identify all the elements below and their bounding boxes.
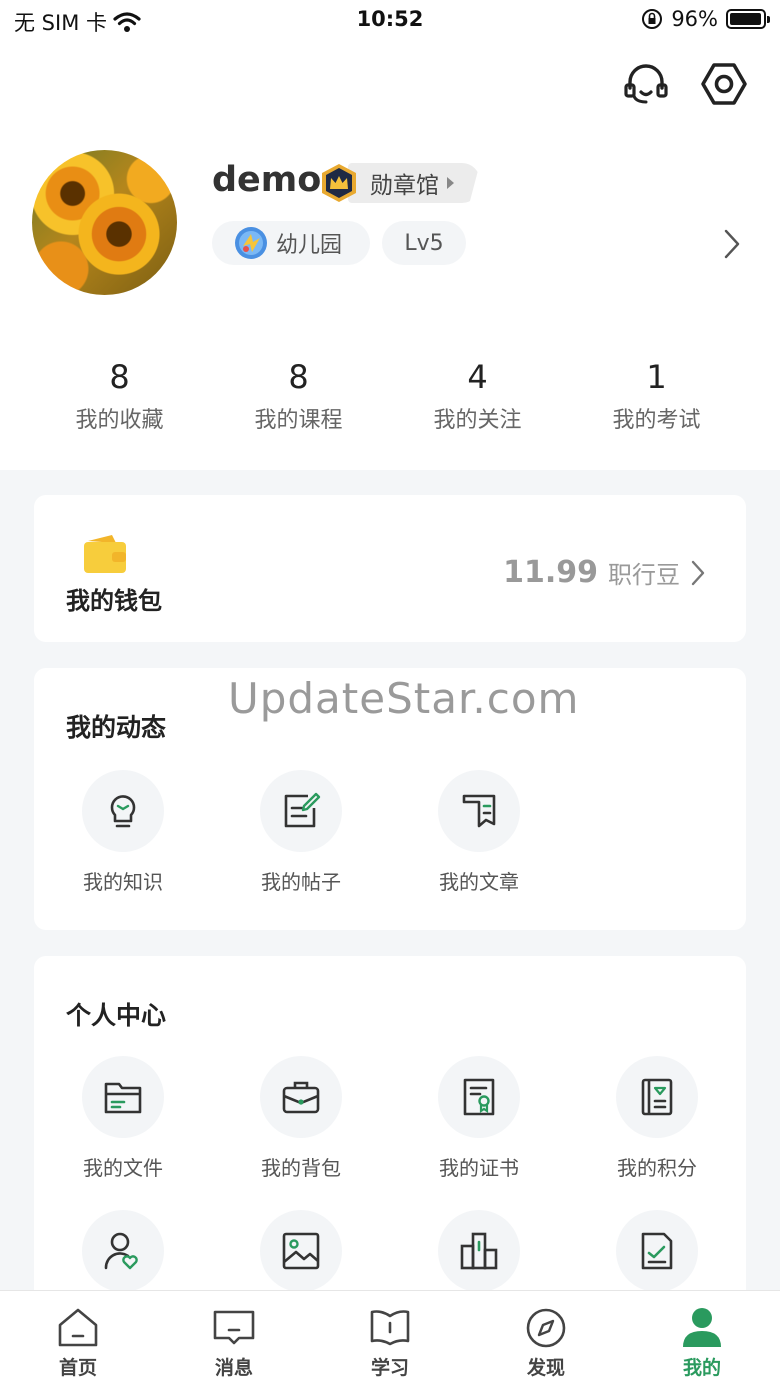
customer-service-icon[interactable] (622, 60, 670, 108)
icon-circle (82, 1056, 164, 1138)
medal-hall-button[interactable]: 勋章馆 (318, 163, 480, 203)
tab-home[interactable]: 首页 (0, 1291, 156, 1387)
stat-favorites[interactable]: 8 我的收藏 (30, 358, 209, 434)
stat-value: 8 (109, 358, 130, 396)
stat-label: 我的课程 (254, 408, 343, 433)
stat-label: 我的关注 (433, 408, 522, 433)
tab-label: 消息 (214, 1357, 253, 1379)
tab-discover[interactable]: 发现 (468, 1291, 624, 1387)
grid-label: 我的帖子 (261, 870, 341, 894)
username: demo (212, 160, 322, 200)
level-name: 幼儿园 (276, 233, 343, 258)
wallet-icon (84, 535, 126, 573)
points-book-icon (641, 1078, 673, 1116)
stat-courses[interactable]: 8 我的课程 (209, 358, 388, 434)
user-heart-icon (104, 1232, 138, 1270)
stat-following[interactable]: 4 我的关注 (388, 358, 567, 434)
tab-study[interactable]: 学习 (312, 1291, 468, 1387)
personal-title: 个人中心 (66, 1001, 167, 1030)
icon-circle (616, 1210, 698, 1292)
grid-label: 我的积分 (617, 1156, 697, 1180)
icon-circle (260, 770, 342, 852)
grid-label: 我的证书 (439, 1156, 519, 1180)
personal-item-files[interactable]: 我的文件 (68, 1056, 178, 1181)
activity-title: 我的动态 (66, 713, 167, 742)
article-icon (462, 794, 496, 828)
tab-label: 首页 (58, 1357, 97, 1379)
grid-label: 我的知识 (83, 870, 163, 894)
home-icon (58, 1308, 98, 1347)
tab-messages[interactable]: 消息 (156, 1291, 312, 1387)
stats-row: 8 我的收藏 8 我的课程 4 我的关注 1 我的考试 (30, 358, 746, 434)
battery-icon (726, 9, 770, 29)
level-value: Lv5 (404, 230, 444, 256)
grid-label: 我的文件 (83, 1156, 163, 1180)
tab-label: 我的 (682, 1357, 721, 1379)
lightbulb-icon (110, 795, 136, 828)
message-icon (213, 1310, 255, 1345)
status-bar: 无 SIM 卡 10:52 96% (0, 0, 780, 40)
stat-label: 我的收藏 (75, 408, 164, 433)
personal-item-backpack[interactable]: 我的背包 (246, 1056, 356, 1181)
tab-label: 发现 (526, 1357, 565, 1379)
profile-icon (683, 1308, 721, 1347)
level-chip[interactable]: Lv5 (382, 221, 466, 265)
crown-medal-icon (322, 164, 356, 202)
tab-me[interactable]: 我的 (624, 1291, 780, 1387)
icon-circle (82, 1210, 164, 1292)
compass-icon (526, 1308, 566, 1348)
settings-icon[interactable] (700, 60, 748, 108)
stat-exams[interactable]: 1 我的考试 (567, 358, 746, 434)
activity-item-posts[interactable]: 我的帖子 (246, 770, 356, 895)
activity-item-knowledge[interactable]: 我的知识 (68, 770, 178, 895)
stat-value: 8 (288, 358, 309, 396)
level-name-chip[interactable]: 幼儿园 (212, 221, 370, 265)
grid-label: 我的文章 (439, 870, 519, 894)
stat-label: 我的考试 (612, 408, 701, 433)
image-icon (282, 1232, 320, 1270)
icon-circle (438, 1056, 520, 1138)
wallet-amount: 11.99 (503, 555, 598, 590)
status-right: 96% (641, 7, 770, 31)
battery-percent: 96% (671, 7, 718, 31)
caret-right-icon (447, 177, 454, 189)
certificate-icon (463, 1078, 495, 1116)
stat-value: 1 (646, 358, 667, 396)
watermark: UpdateStar.com (228, 674, 580, 723)
medal-hall-label: 勋章馆 (370, 173, 439, 199)
wallet-card[interactable]: 我的钱包 11.99 职行豆 (34, 495, 746, 642)
tab-label: 学习 (370, 1357, 409, 1379)
chevron-right-icon[interactable] (720, 228, 744, 260)
personal-center-card: 个人中心 我的文件 我的背包 我的证书 我的积分 (34, 956, 746, 1316)
personal-item-points[interactable]: 我的积分 (602, 1056, 712, 1181)
icon-circle (260, 1210, 342, 1292)
backpack-icon (282, 1081, 320, 1114)
post-edit-icon (284, 792, 321, 828)
building-icon (460, 1232, 498, 1270)
kindergarten-badge-icon (235, 227, 267, 259)
folder-icon (104, 1082, 142, 1114)
bottom-tab-bar: 首页 消息 学习 发现 我的 (0, 1290, 780, 1387)
activity-item-articles[interactable]: 我的文章 (424, 770, 534, 895)
orientation-lock-icon (642, 9, 663, 29)
grid-label: 我的背包 (261, 1156, 341, 1180)
icon-circle (438, 770, 520, 852)
wallet-label: 我的钱包 (66, 587, 162, 615)
chevron-right-icon (691, 560, 705, 585)
icon-circle (82, 770, 164, 852)
personal-item-certificates[interactable]: 我的证书 (424, 1056, 534, 1181)
battery-fill (730, 13, 761, 25)
document-check-icon (641, 1232, 673, 1270)
book-icon (370, 1310, 410, 1346)
wallet-unit: 职行豆 (608, 561, 680, 589)
icon-circle (438, 1210, 520, 1292)
stat-value: 4 (467, 358, 488, 396)
icon-circle (260, 1056, 342, 1138)
avatar[interactable] (32, 150, 177, 295)
wallet-balance[interactable]: 11.99 职行豆 (503, 555, 706, 590)
icon-circle (616, 1056, 698, 1138)
